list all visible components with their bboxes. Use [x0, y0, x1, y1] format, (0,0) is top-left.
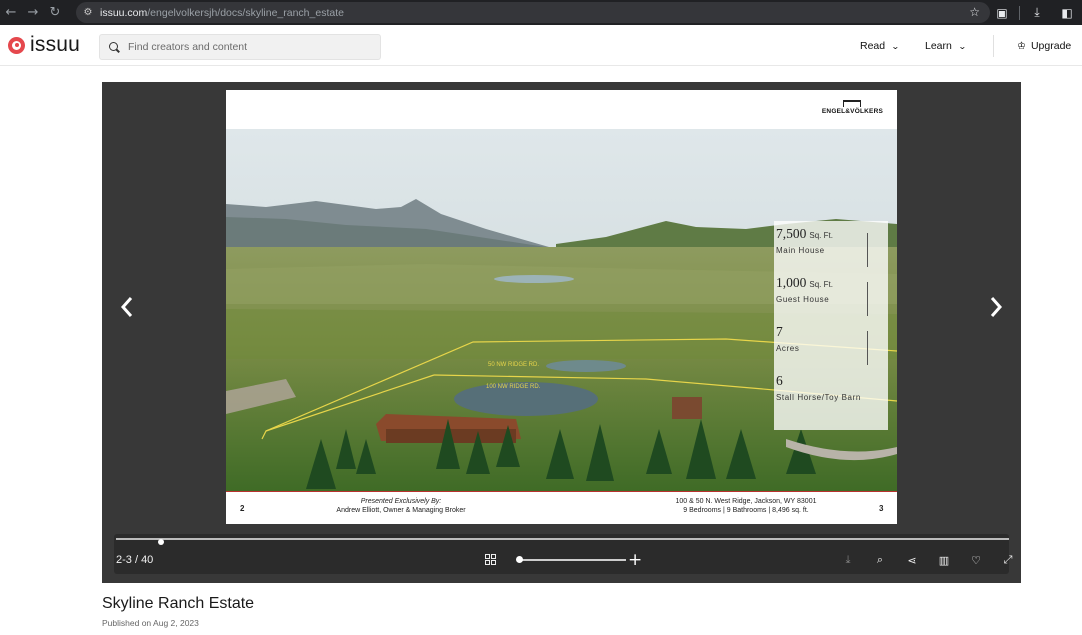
stat-acres: 7 Acres [776, 323, 888, 372]
menu-read[interactable]: Read ⌄ [860, 40, 900, 52]
reload-icon[interactable]: ↻ [44, 0, 66, 25]
stat-divider [867, 282, 868, 316]
back-icon[interactable]: ← [0, 0, 22, 25]
logo-icon [8, 36, 25, 54]
site-header: issuu Read ⌄ Learn ⌄ ♔ Upgrade [0, 25, 1082, 66]
menu-read-label: Read [860, 40, 886, 52]
stat-number: 1,000 [776, 275, 807, 290]
previous-page-button[interactable] [112, 292, 142, 322]
document-title: Skyline Ranch Estate [102, 595, 255, 612]
share-icon[interactable]: ⋖ [896, 552, 928, 568]
stat-main-house: 7,500 Sq. Ft. Main House [776, 225, 888, 274]
download-icon[interactable]: ⤓ [1022, 5, 1052, 20]
search-icon[interactable]: ⌕ [864, 552, 896, 568]
stat-number: 6 [776, 373, 783, 388]
brand-name: ENGEL&VÖLKERS [821, 108, 883, 115]
like-heart-icon[interactable]: ♡ [960, 552, 992, 568]
stat-guest-house: 1,000 Sq. Ft. Guest House [776, 274, 888, 323]
right-page-number: 3 [879, 504, 884, 513]
crown-icon: ♔ [1017, 40, 1026, 52]
chevron-right-icon [990, 297, 1003, 317]
address-line-2: 9 Bedrooms | 9 Bathrooms | 8,496 sq. ft. [683, 507, 809, 514]
browser-toolbar: ← → ↻ ⚙ issuu.com/engelvolkersjh/docs/sk… [0, 0, 1082, 25]
grid-view-icon[interactable] [485, 554, 496, 565]
property-stats-panel: 7,500 Sq. Ft. Main House 1,000 Sq. Ft. Gue… [774, 221, 888, 430]
bookmark-star-icon[interactable]: ☆ [969, 5, 980, 19]
menu-learn-label: Learn [925, 40, 952, 52]
page-header: ENGEL&VÖLKERS [226, 90, 897, 129]
download-icon[interactable]: ⤓ [832, 552, 864, 568]
extensions-icon[interactable]: ▣ [987, 6, 1017, 20]
presented-line-2: Andrew Elliott, Owner & Managing Broker [336, 507, 466, 514]
property-address: 100 & 50 N. West Ridge, Jackson, WY 8300… [646, 497, 846, 515]
fullscreen-icon[interactable]: ⤢ [992, 552, 1024, 568]
address-bar[interactable]: ⚙ issuu.com/engelvolkersjh/docs/skyline_… [76, 2, 990, 23]
stat-number: 7,500 [776, 226, 807, 241]
search-input[interactable] [128, 41, 368, 53]
address-line-1: 100 & 50 N. West Ridge, Jackson, WY 8300… [675, 498, 817, 505]
stat-label: Acres [776, 344, 800, 353]
property-label-50: 50 NW RIDGE RD. [488, 362, 539, 368]
logo-text: issuu [30, 33, 81, 56]
sidebar-icon[interactable]: ◧ [1052, 6, 1082, 20]
upgrade-label: Upgrade [1030, 40, 1072, 52]
upgrade-button[interactable]: ♔ Upgrade [1017, 40, 1071, 52]
search-bar[interactable] [99, 34, 381, 60]
forward-icon[interactable]: → [22, 0, 44, 25]
page-indicator: 2-3 / 40 [116, 554, 154, 566]
browser-actions: ▣ ⤓ ◧ [987, 0, 1082, 25]
header-divider [993, 35, 994, 57]
zoom-slider-track[interactable] [519, 559, 626, 561]
issuu-logo[interactable]: issuu [8, 33, 81, 56]
presented-by: Presented Exclusively By: Andrew Elliott… [286, 497, 516, 515]
presented-line-1: Presented Exclusively By: [360, 498, 442, 505]
reader-toolbar: ⤓ ⌕ ⋖ ▥ ♡ ⤢ [832, 552, 1024, 568]
page-footer: 2 Presented Exclusively By: Andrew Ellio… [226, 491, 897, 524]
stat-label: Stall Horse/Toy Barn [776, 393, 861, 402]
zoom-in-icon[interactable]: + [628, 550, 642, 570]
stat-unit: Sq. Ft. [809, 231, 833, 240]
page-progress-handle[interactable] [157, 539, 164, 545]
engel-volkers-logo: ENGEL&VÖLKERS [822, 100, 883, 115]
stat-label: Main House [776, 246, 825, 255]
toolbar-divider [1019, 5, 1020, 20]
page-spread[interactable]: ENGEL&VÖLKERS 50 NW RIDGE RD. 100 NW RID… [226, 90, 897, 524]
property-label-100: 100 NW RIDGE RD. [486, 384, 541, 390]
brand-building-icon [843, 100, 862, 107]
page-layout-icon[interactable]: ▥ [928, 552, 960, 568]
document-reader: ENGEL&VÖLKERS 50 NW RIDGE RD. 100 NW RID… [102, 82, 1021, 583]
chevron-left-icon [120, 297, 133, 317]
stat-divider [867, 233, 868, 267]
page-progress-track[interactable] [116, 538, 1009, 545]
site-settings-icon[interactable]: ⚙ [82, 7, 94, 19]
menu-learn[interactable]: Learn ⌄ [925, 40, 967, 52]
next-page-button[interactable] [981, 292, 1011, 322]
published-date: Published on Aug 2, 2023 [102, 618, 199, 628]
url-path: /engelvolkersjh/docs/skyline_ranch_estat… [147, 6, 344, 19]
reader-controls: 2-3 / 40 + ⤓ ⌕ ⋖ ▥ ♡ ⤢ [114, 534, 1012, 574]
search-icon [109, 41, 120, 53]
stat-unit: Sq. Ft. [809, 280, 833, 289]
url-host: issuu.com [100, 6, 148, 19]
stat-barn: 6 Stall Horse/Toy Barn [776, 372, 888, 421]
zoom-slider-handle[interactable] [516, 556, 523, 563]
chevron-down-icon: ⌄ [957, 41, 967, 51]
chevron-down-icon: ⌄ [891, 41, 900, 51]
stat-divider [867, 331, 868, 365]
stat-number: 7 [776, 324, 783, 339]
stat-label: Guest House [776, 295, 830, 304]
left-page-number: 2 [240, 504, 245, 513]
